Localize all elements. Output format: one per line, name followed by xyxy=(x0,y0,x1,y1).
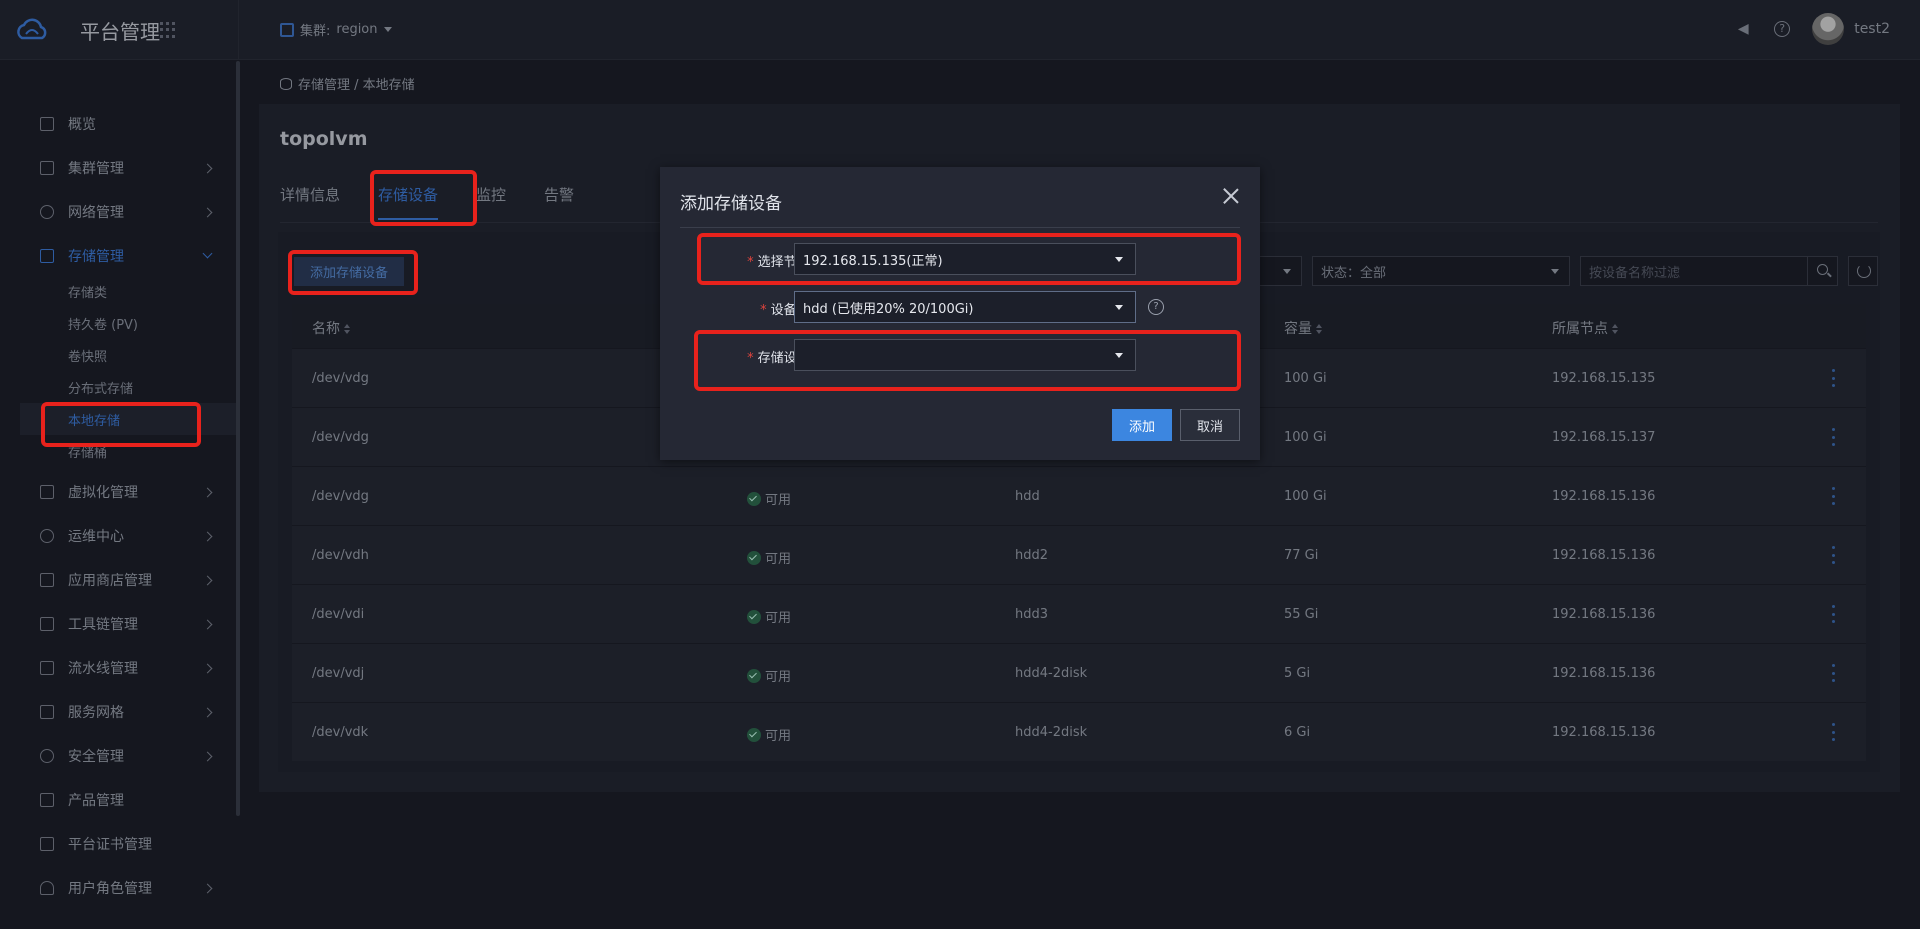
annotation-box xyxy=(288,250,418,295)
modal-overlay xyxy=(0,0,1920,929)
help-icon[interactable]: ? xyxy=(1148,299,1164,315)
annotation-box xyxy=(370,170,477,226)
confirm-add-button[interactable]: 添加 xyxy=(1112,409,1172,441)
annotation-box xyxy=(41,402,201,447)
chevron-down-icon xyxy=(1115,305,1123,310)
cancel-button[interactable]: 取消 xyxy=(1180,409,1240,441)
annotation-box xyxy=(697,233,1241,285)
add-storage-device-dialog: 添加存储设备 * 选择节点: 192.168.15.135(正常) * 设备类: h… xyxy=(660,167,1260,460)
device-class-field-row: * 设备类: hdd (已使用20% 20/100Gi) ? xyxy=(660,291,1260,323)
device-class-select[interactable]: hdd (已使用20% 20/100Gi) xyxy=(794,291,1136,323)
dialog-title: 添加存储设备 xyxy=(680,194,782,214)
annotation-box xyxy=(694,330,1241,391)
close-icon[interactable] xyxy=(1222,187,1240,205)
